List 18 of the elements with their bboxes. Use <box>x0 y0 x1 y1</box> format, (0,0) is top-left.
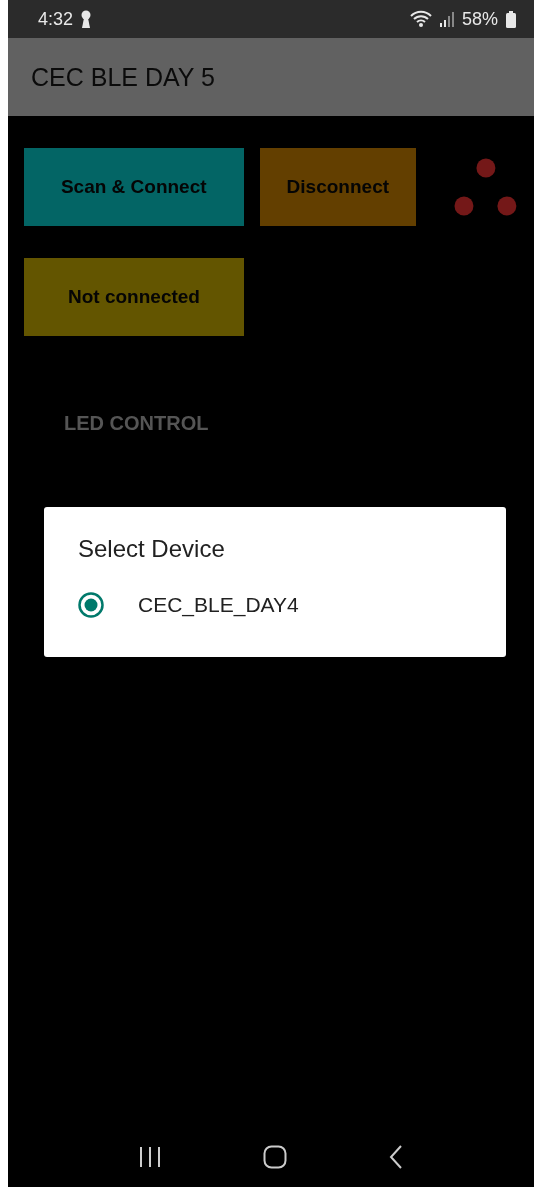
clock-time: 4:32 <box>38 8 74 30</box>
keyhole-icon <box>81 10 92 28</box>
dialog-title: Select Device <box>78 535 226 563</box>
loading-icon <box>454 158 518 216</box>
signal-icon <box>439 11 454 27</box>
scan-connect-button[interactable]: Scan & Connect <box>24 148 244 226</box>
status-label: Not connected <box>24 258 244 336</box>
device-option[interactable]: CEC_BLE_DAY4 <box>78 581 299 629</box>
battery-percent: 58% <box>461 8 498 30</box>
battery-icon <box>506 10 516 28</box>
app-title: CEC BLE DAY 5 <box>31 62 215 92</box>
recent-apps-icon[interactable] <box>139 1146 161 1168</box>
back-icon[interactable] <box>389 1145 403 1169</box>
section-label: LED CONTROL <box>64 412 210 435</box>
wifi-icon <box>409 10 432 28</box>
disconnect-button[interactable]: Disconnect <box>259 148 417 226</box>
radio-button[interactable] <box>78 592 104 618</box>
home-icon[interactable] <box>263 1145 287 1169</box>
